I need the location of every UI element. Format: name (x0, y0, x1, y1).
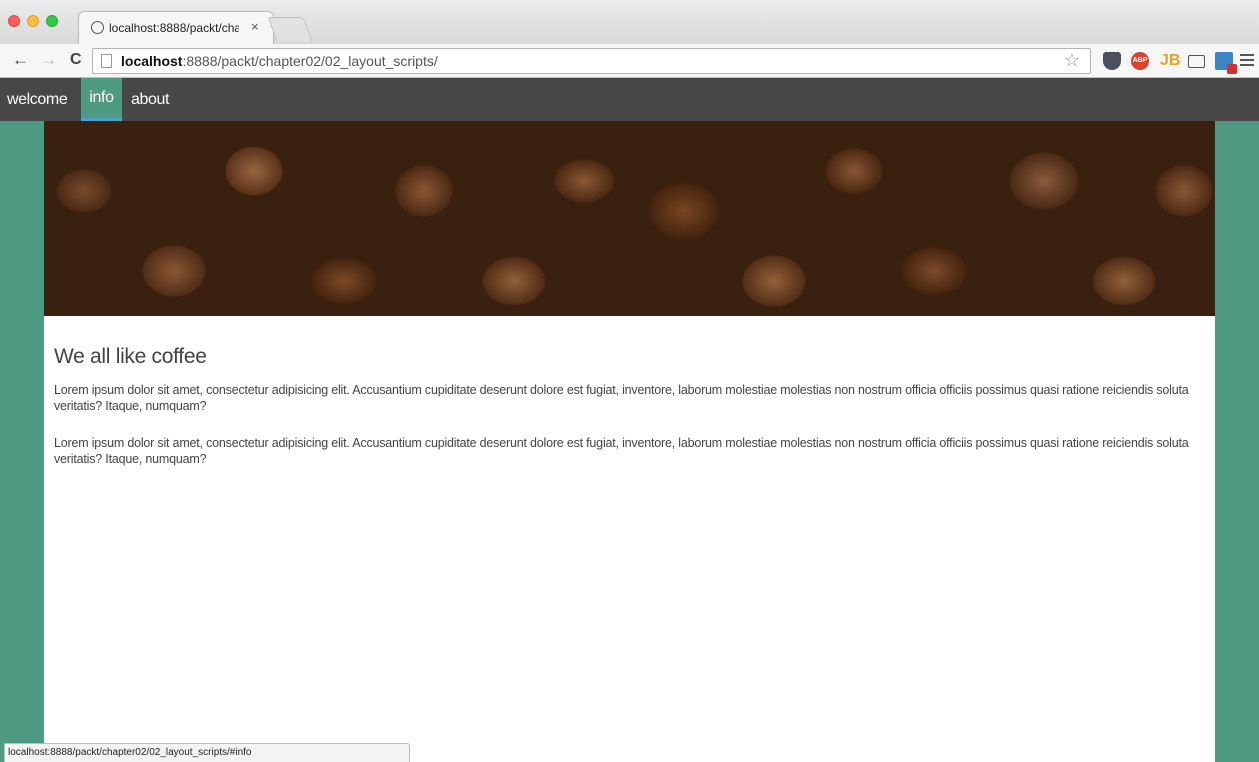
error-badge-icon (1227, 64, 1237, 74)
url-path: :8888/packt/chapter02/02_layout_scripts/ (182, 53, 438, 69)
new-tab-button[interactable] (267, 17, 313, 41)
cast-icon[interactable] (1188, 55, 1205, 68)
minimize-window-button[interactable] (27, 15, 39, 27)
coffee-beans-hero-image (44, 121, 1215, 316)
nav-link-welcome[interactable]: welcome (7, 78, 68, 121)
window-resizer-extension-icon[interactable] (1215, 52, 1237, 74)
reload-button[interactable]: C (70, 51, 82, 69)
back-button[interactable]: ← (12, 50, 29, 70)
jetbrains-extension-icon[interactable]: JB (1160, 52, 1180, 70)
hamburger-menu-icon[interactable] (1240, 54, 1254, 69)
content-container: We all like coffee Lorem ipsum dolor sit… (44, 121, 1215, 762)
url-text: localhost:8888/packt/chapter02/02_layout… (121, 53, 438, 69)
tab-close-button[interactable]: × (251, 19, 259, 34)
status-bar-link-preview: localhost:8888/packt/chapter02/02_layout… (4, 743, 410, 762)
maximize-window-button[interactable] (46, 15, 58, 27)
forward-button[interactable]: → (40, 50, 57, 70)
bookmark-star-icon[interactable]: ☆ (1064, 50, 1080, 71)
adblock-extension-icon[interactable]: ABP (1131, 52, 1149, 70)
pocket-extension-icon[interactable] (1103, 52, 1121, 70)
url-host: localhost (121, 53, 183, 69)
page-heading: We all like coffee (54, 345, 207, 368)
browser-toolbar: ← → C localhost:8888/packt/chapter02/02_… (0, 44, 1259, 78)
address-bar[interactable]: localhost:8888/packt/chapter02/02_layout… (92, 48, 1091, 74)
paragraph: Lorem ipsum dolor sit amet, consectetur … (54, 383, 1189, 413)
nav-link-info[interactable]: info (81, 78, 122, 121)
browser-tab[interactable]: localhost:8888/packt/chap × (78, 11, 274, 45)
nav-link-about[interactable]: about (131, 78, 169, 121)
page-icon (101, 54, 112, 68)
browser-titlebar: localhost:8888/packt/chap × (0, 0, 1259, 45)
tab-title: localhost:8888/packt/chap (109, 21, 239, 35)
paragraph: Lorem ipsum dolor sit amet, consectetur … (54, 436, 1189, 466)
globe-icon (91, 21, 104, 34)
site-navbar: welcome info about (0, 78, 1259, 121)
close-window-button[interactable] (8, 15, 20, 27)
